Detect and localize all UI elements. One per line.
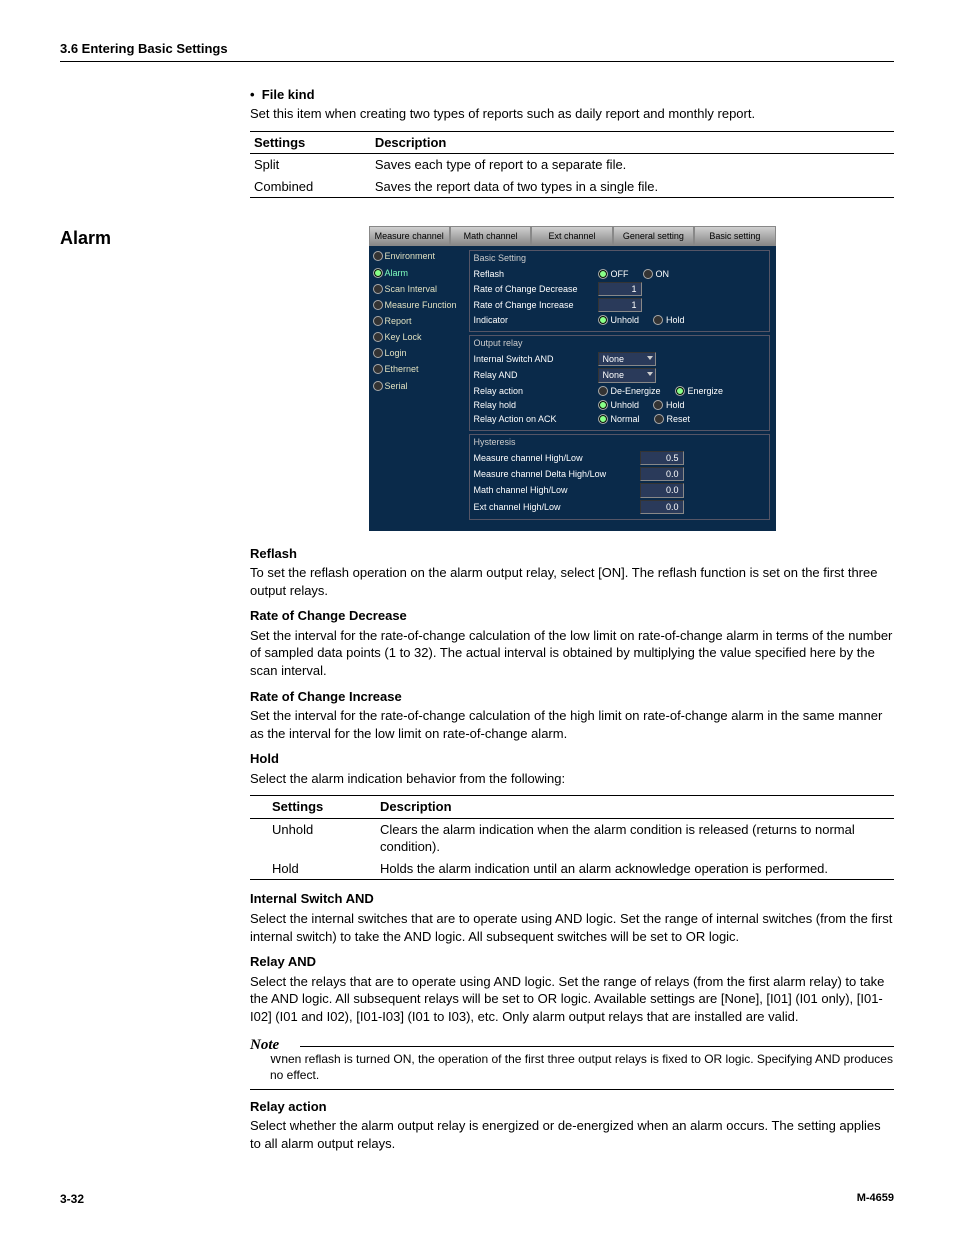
filekind-heading: • File kind xyxy=(250,86,894,104)
note-box: Note When reflash is turned ON, the oper… xyxy=(250,1035,894,1090)
raction-heading: Relay action xyxy=(250,1098,894,1116)
roci-text: Set the interval for the rate-of-change … xyxy=(250,707,894,742)
sidebar-item-alarm[interactable]: Alarm xyxy=(369,265,463,281)
sidebar-item-scan-interval[interactable]: Scan Interval xyxy=(369,281,463,297)
hys-ext-hl[interactable]: 0.0 xyxy=(640,500,684,514)
hold-table: SettingsDescription UnholdClears the ala… xyxy=(250,795,894,880)
relay-ack-reset[interactable]: Reset xyxy=(654,413,691,425)
group-output-relay: Output relay Internal Switch ANDNone Rel… xyxy=(469,335,770,431)
tab-math-channel[interactable]: Math channel xyxy=(450,226,531,246)
tab-measure-channel[interactable]: Measure channel xyxy=(369,226,450,246)
filekind-table: SettingsDescription SplitSaves each type… xyxy=(250,131,894,199)
relay-hold-hold[interactable]: Hold xyxy=(653,399,685,411)
relay-energize[interactable]: Energize xyxy=(675,385,724,397)
rocd-heading: Rate of Change Decrease xyxy=(250,607,894,625)
rand-text: Select the relays that are to operate us… xyxy=(250,973,894,1026)
sidebar-item-ethernet[interactable]: Ethernet xyxy=(369,361,463,377)
reflash-off[interactable]: OFF xyxy=(598,268,629,280)
reflash-heading: Reflash xyxy=(250,545,894,563)
doc-id: M-4659 xyxy=(857,1191,894,1207)
reflash-text: To set the reflash operation on the alar… xyxy=(250,564,894,599)
tab-basic-setting[interactable]: Basic setting xyxy=(694,226,775,246)
sidebar-item-login[interactable]: Login xyxy=(369,345,463,361)
relay-ack-normal[interactable]: Normal xyxy=(598,413,640,425)
raction-text: Select whether the alarm output relay is… xyxy=(250,1117,894,1152)
indicator-unhold[interactable]: Unhold xyxy=(598,314,640,326)
sidebar-item-serial[interactable]: Serial xyxy=(369,378,463,394)
isw-heading: Internal Switch AND xyxy=(250,890,894,908)
sidebar-item-key-lock[interactable]: Key Lock xyxy=(369,329,463,345)
sidebar-item-environment[interactable]: Environment xyxy=(369,248,463,264)
sidebar-item-measure-function[interactable]: Measure Function xyxy=(369,297,463,313)
group-hysteresis: Hysteresis Measure channel High/Low0.5 M… xyxy=(469,434,770,520)
sidebar-item-report[interactable]: Report xyxy=(369,313,463,329)
roc-increase-input[interactable]: 1 xyxy=(598,298,642,312)
relay-de-energize[interactable]: De-Energize xyxy=(598,385,661,397)
indicator-hold[interactable]: Hold xyxy=(653,314,685,326)
roc-decrease-input[interactable]: 1 xyxy=(598,282,642,296)
rocd-text: Set the interval for the rate-of-change … xyxy=(250,627,894,680)
roci-heading: Rate of Change Increase xyxy=(250,688,894,706)
reflash-on[interactable]: ON xyxy=(643,268,670,280)
sidebar: Environment Alarm Scan Interval Measure … xyxy=(369,246,463,530)
relay-hold-unhold[interactable]: Unhold xyxy=(598,399,640,411)
section-header: 3.6 Entering Basic Settings xyxy=(60,40,894,62)
settings-app-screenshot: Measure channel Math channel Ext channel… xyxy=(369,226,776,530)
tab-ext-channel[interactable]: Ext channel xyxy=(531,226,612,246)
rand-heading: Relay AND xyxy=(250,953,894,971)
isw-text: Select the internal switches that are to… xyxy=(250,910,894,945)
hys-measure-hl[interactable]: 0.5 xyxy=(640,451,684,465)
page-number: 3-32 xyxy=(60,1191,84,1207)
internal-switch-and-select[interactable]: None xyxy=(598,352,656,366)
hys-measure-delta[interactable]: 0.0 xyxy=(640,467,684,481)
hold-text: Select the alarm indication behavior fro… xyxy=(250,770,894,788)
alarm-heading: Alarm xyxy=(60,226,250,250)
hys-math-hl[interactable]: 0.0 xyxy=(640,483,684,497)
filekind-desc: Set this item when creating two types of… xyxy=(250,105,894,123)
relay-and-select[interactable]: None xyxy=(598,368,656,382)
hold-heading: Hold xyxy=(250,750,894,768)
group-basic-setting: Basic Setting Reflash OFF ON Rate of Cha… xyxy=(469,250,770,332)
tab-general-setting[interactable]: General setting xyxy=(613,226,694,246)
